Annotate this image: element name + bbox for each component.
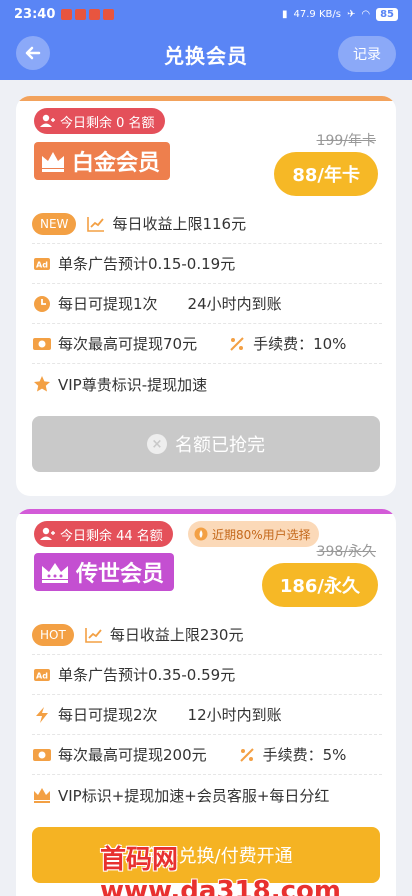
feature-text: VIP尊贵标识-提现加速 [58, 375, 208, 394]
trend-up-icon [86, 214, 106, 234]
feature-row: 每次最高可提现70元 手续费：10% [32, 324, 382, 364]
feature-row: NEW 每日收益上限116元 [32, 204, 382, 244]
site-watermark: 首码网www.da318.com [100, 844, 341, 896]
member-tier-name: 传世会员 [76, 562, 165, 587]
crown-small-icon [32, 785, 52, 805]
trend-up-icon [84, 625, 104, 645]
feature-text: VIP标识+提现加速+会员客服+每日分红 [58, 786, 330, 805]
wifi-icon: ◠ [361, 8, 371, 20]
membership-card-platinum: 今日剩余 0 名额 白金会员 199/年卡 88/年卡 NEW 每日收益上限11… [16, 96, 396, 496]
feature-row: VIP标识+提现加速+会员客服+每日分红 [32, 775, 382, 815]
popular-choice-text: 近期80%用户选择 [212, 527, 311, 542]
notification-icons [61, 8, 115, 20]
feature-text: 每日可提现2次 [58, 706, 158, 724]
crown-icon [42, 152, 64, 172]
close-circle-icon: × [147, 434, 167, 454]
feature-text-secondary: 手续费：10% [253, 335, 347, 353]
feature-row: 每次最高可提现200元 手续费：5% [32, 735, 382, 775]
page-title: 兑换会员 [164, 43, 248, 68]
sold-out-button[interactable]: × 名额已抢完 [32, 416, 380, 472]
svg-text:Ad: Ad [36, 260, 48, 269]
feature-list: NEW 每日收益上限116元 Ad 单条广告预计0.15-0.19元 每日可提现… [32, 204, 382, 404]
feature-text: 单条广告预计0.35-0.59元 [58, 666, 236, 684]
battery-indicator: 85 [376, 7, 398, 21]
airplane-icon: ✈ [346, 8, 356, 20]
ad-icon: Ad [32, 254, 52, 274]
ad-icon: Ad [32, 665, 52, 685]
remaining-quota-badge: 今日剩余 44 名额 [34, 521, 173, 547]
card-accent-strip [16, 509, 396, 514]
feature-row: 每日可提现2次 12小时内到账 [32, 695, 382, 735]
feature-text: 每日可提现1次 [58, 295, 158, 313]
feature-text: 每日收益上限116元 [112, 215, 247, 233]
remaining-quota-badge: 今日剩余 0 名额 [34, 108, 165, 134]
feature-text: 单条广告预计0.15-0.19元 [58, 255, 236, 273]
user-icon [40, 527, 55, 540]
status-bar: 23:40 ▮ 47.9 KB/s ✈ ◠ 85 [0, 0, 412, 28]
feature-text-secondary: 24小时内到账 [187, 295, 282, 313]
svg-text:Ad: Ad [36, 671, 48, 680]
status-indicators: ▮ 47.9 KB/s ✈ ◠ 85 [281, 7, 398, 21]
lightning-icon [32, 705, 52, 725]
card-accent-strip [16, 96, 396, 101]
money-icon [32, 745, 52, 765]
feature-text: 每次最高可提现200元 [58, 746, 207, 764]
clock-icon [32, 294, 52, 314]
feature-row: Ad 单条广告预计0.35-0.59元 [32, 655, 382, 695]
price-tag: 88/年卡 [274, 152, 378, 196]
remaining-quota-text: 今日剩余 0 名额 [60, 115, 155, 131]
network-speed: 47.9 KB/s [293, 8, 341, 20]
percent-icon [227, 334, 247, 354]
feature-row: HOT 每日收益上限230元 [32, 615, 382, 655]
original-price: 199/年卡 [316, 133, 376, 149]
back-button[interactable] [16, 36, 50, 70]
sold-out-label: 名额已抢完 [175, 435, 265, 456]
crown-icon [42, 563, 68, 583]
arrow-left-icon [25, 46, 41, 60]
feature-text: 每次最高可提现70元 [58, 335, 198, 353]
remaining-quota-text: 今日剩余 44 名额 [60, 528, 163, 544]
member-tier-name: 白金会员 [72, 151, 161, 176]
feature-row: 每日可提现1次 24小时内到账 [32, 284, 382, 324]
popular-choice-badge: 近期80%用户选择 [188, 521, 319, 547]
vibrate-icon: ▮ [281, 8, 288, 20]
nav-bar: 兑换会员 记录 [0, 28, 412, 80]
status-time: 23:40 [14, 6, 56, 22]
member-tier-title: 传世会员 [34, 553, 175, 591]
original-price: 398/永久 [316, 544, 376, 560]
money-icon [32, 334, 52, 354]
feature-text: 每日收益上限230元 [109, 626, 244, 644]
percent-icon [237, 745, 257, 765]
fire-icon [194, 527, 208, 541]
record-button[interactable]: 记录 [338, 36, 396, 72]
feature-row: Ad 单条广告预计0.15-0.19元 [32, 244, 382, 284]
feature-row: VIP尊贵标识-提现加速 [32, 364, 382, 404]
star-icon [32, 374, 52, 394]
price-tag: 186/永久 [261, 563, 378, 607]
user-icon [40, 114, 55, 127]
new-tag: NEW [32, 212, 77, 235]
hot-tag: HOT [32, 623, 74, 646]
member-tier-title: 白金会员 [34, 142, 171, 180]
feature-text-secondary: 12小时内到账 [187, 706, 282, 724]
feature-text-secondary: 手续费：5% [262, 746, 347, 764]
feature-list: HOT 每日收益上限230元 Ad 单条广告预计0.35-0.59元 每日可提现… [32, 615, 382, 815]
